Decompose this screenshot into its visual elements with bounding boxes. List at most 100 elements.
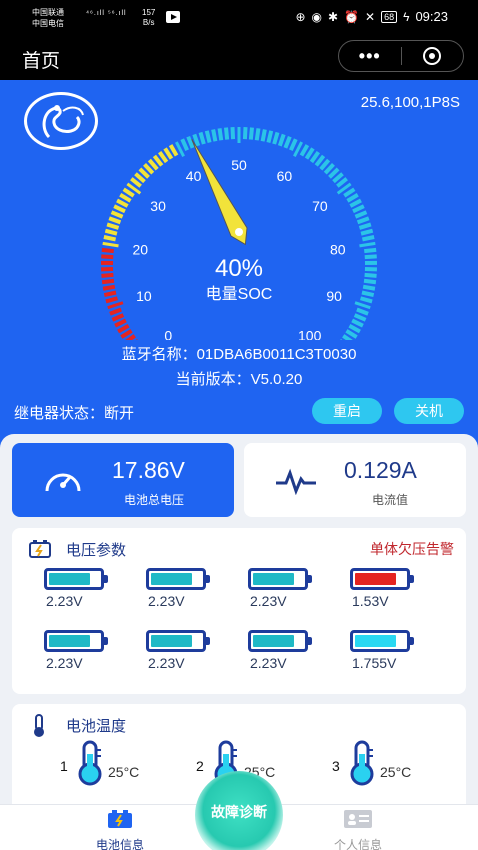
nav-personal-info[interactable]: 个人信息 <box>298 805 418 850</box>
cell-battery-icon <box>44 568 108 590</box>
battery-icon: 68 <box>381 10 398 23</box>
probe-temperature: 25°C <box>108 764 140 780</box>
id-card-icon <box>344 810 372 828</box>
bluetooth-name-line: 蓝牙名称：01DBA6B0011C3T0030 <box>0 343 478 364</box>
clock: 09:23 <box>415 9 448 24</box>
gauge-tick-label: 50 <box>231 157 247 173</box>
probe-temperature: 25°C <box>380 764 412 780</box>
gauge-tick <box>352 204 365 214</box>
fault-diagnosis-button[interactable]: 故障诊断 <box>195 771 283 850</box>
gauge-tick <box>360 296 373 304</box>
gauge-tick <box>346 193 359 203</box>
gauge-tick <box>119 193 132 203</box>
content-panel: 17.86V 电池总电压 0.129A 电流值 电压参数 单体欠压告警 2.23… <box>0 434 478 814</box>
cell-battery-icon <box>44 630 108 652</box>
gauge-tick <box>125 334 136 340</box>
gauge-tick <box>143 163 155 175</box>
version-value: V5.0.20 <box>250 371 303 388</box>
gauge-tick <box>332 172 344 184</box>
total-voltage-card: 17.86V 电池总电压 <box>12 443 234 517</box>
gauge-tick <box>242 127 248 140</box>
media-play-icon <box>166 11 180 23</box>
gauge-tick <box>130 177 142 188</box>
gauge-tick <box>180 138 189 151</box>
gauge-tick <box>147 158 159 171</box>
gauge-tick-label: 90 <box>326 288 342 304</box>
cell-voltage-item: 2.23V <box>244 630 334 671</box>
cell-voltage-item: 2.23V <box>142 630 232 671</box>
close-miniprogram-button[interactable] <box>401 47 463 65</box>
cell-battery-icon <box>350 568 414 590</box>
battery-dashboard: 25.6,100,1P8S 0 10 20 30 40 50 60 70 80 90 100 40%… <box>0 80 478 452</box>
restart-button[interactable]: 重启 <box>312 398 382 424</box>
cell-battery-icon <box>146 568 210 590</box>
undervoltage-alarm: 单体欠压告警 <box>370 541 454 557</box>
probe-number: 3 <box>332 758 340 774</box>
gauge-tick-label: 20 <box>132 241 148 257</box>
carrier-names: 中国联通 中国电信 <box>32 8 64 28</box>
soc-gauge: 0 10 20 30 40 50 60 70 80 90 100 40% 电量SOC <box>100 127 378 340</box>
gauge-tick <box>342 334 353 340</box>
network-speed: 157 B/s <box>142 8 156 27</box>
gauge-tick-label: 60 <box>277 168 293 184</box>
gauge-tick <box>354 301 371 310</box>
gauge-tick <box>204 130 212 143</box>
shutdown-button[interactable]: 关机 <box>394 398 464 424</box>
soc-label: 电量SOC <box>206 285 273 303</box>
cell-voltage-item: 1.755V <box>346 630 436 671</box>
gauge-tick <box>111 313 125 322</box>
status-bar: 中国联通 中国电信 ⁴⁶.ıll ⁵⁶.ıll 157 B/s ⊕ ◉ ✱ ⏰ … <box>0 0 478 36</box>
gauge-tick <box>358 222 372 230</box>
gauge-tick <box>105 296 118 304</box>
gauge-tick <box>364 247 377 254</box>
nav-battery-info[interactable]: 电池信息 <box>60 805 180 850</box>
gauge-tick <box>363 278 377 285</box>
relay-status: 继电器状态：断开 <box>14 405 135 422</box>
gauge-tick <box>106 222 120 230</box>
gauge-tick <box>108 216 122 225</box>
cell-voltage-value: 1.53V <box>352 593 389 609</box>
alarm-icon: ⏰ <box>344 9 360 24</box>
gauge-tick <box>248 127 254 140</box>
gauge-tick <box>168 144 179 157</box>
gauge-tick <box>309 150 320 164</box>
current-value: 0.129A <box>344 457 417 483</box>
gauge-tick <box>299 144 310 157</box>
gauge-tick <box>186 135 195 149</box>
gauge-tick <box>158 150 169 164</box>
gauge-tick <box>101 254 114 260</box>
gauge-tick <box>110 210 124 219</box>
gauge-tick <box>109 307 122 316</box>
eye-icon: ◉ <box>311 9 322 24</box>
hd-icon: ⊕ <box>295 9 306 24</box>
gauge-tick-label: 100 <box>298 328 322 340</box>
gauge-tick <box>314 154 326 167</box>
gauge-tick <box>134 172 146 184</box>
mute-icon: ✕ <box>365 9 376 24</box>
total-voltage-label: 电池总电压 <box>124 493 185 507</box>
cell-voltage-value: 2.23V <box>250 655 287 671</box>
gauge-tick <box>113 204 126 214</box>
cell-battery-icon <box>350 630 414 652</box>
gauge-tick <box>356 216 370 225</box>
gauge-tick <box>289 138 298 151</box>
gauge-tick <box>254 128 261 141</box>
cell-voltage-item: 1.53V <box>346 568 436 609</box>
gauge-tick <box>138 167 150 179</box>
gauge-tick <box>361 290 375 298</box>
gauge-tick <box>260 129 267 142</box>
page-title: 首页 <box>22 51 61 72</box>
gauge-tick <box>198 131 206 145</box>
gauge-tick <box>304 147 315 160</box>
bluetooth-icon: ✱ <box>328 9 339 24</box>
charging-icon: ϟ <box>403 9 410 24</box>
cell-voltage-item: 2.23V <box>40 568 130 609</box>
gauge-tick <box>122 187 135 198</box>
battery-charge-icon <box>29 540 51 558</box>
gauge-tick <box>103 235 117 242</box>
cell-voltage-value: 2.23V <box>46 655 83 671</box>
version-line: 当前版本：V5.0.20 <box>0 368 478 389</box>
title-bar: 首页 ••• <box>0 36 478 80</box>
more-button[interactable]: ••• <box>339 46 401 67</box>
gauge-tick <box>353 313 367 322</box>
